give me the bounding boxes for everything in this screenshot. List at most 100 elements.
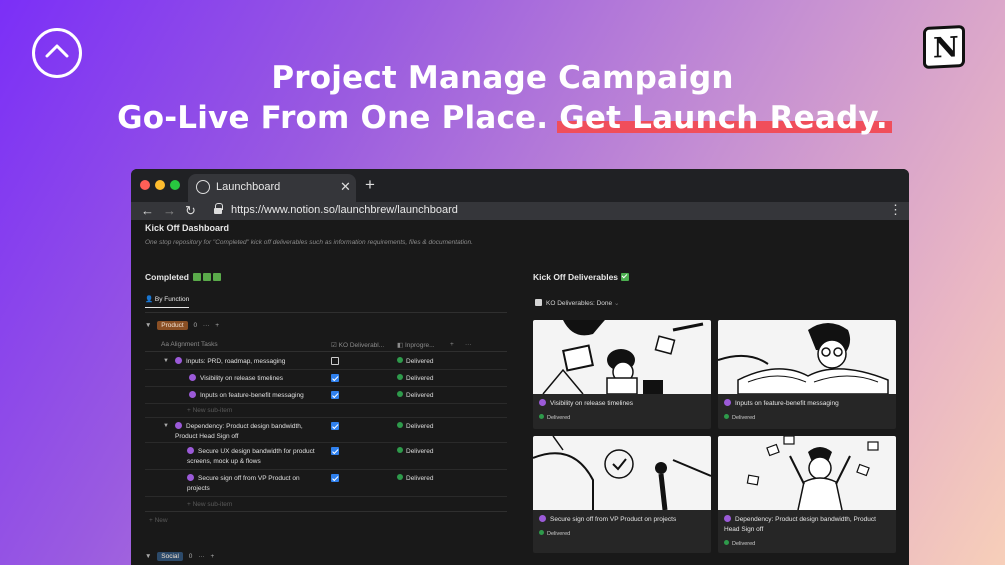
caret-down-icon[interactable]: ▼: [163, 423, 169, 429]
ko-checkbox[interactable]: [331, 391, 339, 399]
launchbrew-favicon-icon: [196, 180, 210, 194]
task-icon: [189, 374, 196, 381]
col-alignment-tasks[interactable]: Aa Alignment Tasks: [161, 341, 218, 348]
card-title: Dependency: Product design bandwidth, Pr…: [724, 516, 876, 533]
card-illustration: [533, 436, 711, 511]
forward-arrow-icon[interactable]: →: [163, 202, 176, 220]
card-illustration: [533, 320, 711, 395]
status-text: Delivered: [406, 448, 434, 455]
task-icon: [539, 399, 546, 406]
row-name: Inputs on feature-benefit messaging: [200, 392, 304, 399]
task-icon: [539, 515, 546, 522]
table-row[interactable]: Secure UX design bandwidth for product s…: [145, 443, 507, 470]
chevron-down-icon: ⌄: [613, 300, 620, 307]
caret-down-icon[interactable]: ▼: [145, 322, 151, 329]
row-name: Inputs: PRD, roadmap, messaging: [186, 358, 286, 365]
address-bar[interactable]: https://www.notion.so/launchbrew/launchb…: [231, 204, 458, 216]
view-tab-label: By Function: [154, 296, 190, 303]
new-row-button[interactable]: + New: [149, 517, 168, 524]
table-row[interactable]: ▼ Inputs: PRD, roadmap, messaging Delive…: [145, 353, 507, 370]
group-add-icon[interactable]: +: [211, 553, 215, 560]
ko-checkbox[interactable]: [331, 474, 339, 482]
maximize-window-button[interactable]: [170, 180, 180, 190]
new-sub-item-button[interactable]: + New sub-item: [187, 407, 232, 414]
group-more-icon[interactable]: ···: [198, 553, 205, 560]
status-badge: Delivered: [397, 474, 433, 482]
check-icon: [621, 273, 630, 281]
deliverables-filter[interactable]: KO Deliverables: Done ⌄: [535, 299, 619, 307]
ko-checkbox[interactable]: [331, 422, 339, 430]
col-more-icon[interactable]: ···: [465, 341, 472, 348]
table-header: Aa Alignment Tasks ☑ KO Deliverabl... ◧ …: [145, 339, 507, 352]
back-arrow-icon[interactable]: ←: [141, 202, 154, 220]
status-badge: Delivered: [397, 357, 433, 365]
group-add-icon[interactable]: +: [215, 322, 219, 329]
status-badge: Delivered: [397, 391, 433, 399]
view-tab-by-function[interactable]: 👤 By Function: [145, 295, 190, 308]
task-icon: [175, 357, 182, 364]
status-badge: Delivered: [397, 374, 433, 382]
completed-title-text: Completed: [145, 272, 189, 282]
deliverables-title-text: Kick Off Deliverables: [533, 272, 619, 282]
page-description: One stop repository for "Completed" kick…: [145, 239, 473, 246]
group-product[interactable]: ▼ Product 0 ··· +: [145, 321, 219, 330]
new-sub-item-button[interactable]: + New sub-item: [187, 501, 232, 508]
table-row[interactable]: Inputs on feature-benefit messaging Deli…: [145, 387, 507, 404]
card-title: Visibility on release timelines: [550, 400, 633, 407]
group-count: 0: [193, 322, 198, 329]
col-add-icon[interactable]: +: [450, 341, 454, 348]
tab-bar: Launchboard ✕ +: [131, 169, 909, 202]
headline-line-2: Go-Live From One Place. Get Launch Ready…: [0, 100, 1005, 136]
group-more-icon[interactable]: ···: [203, 322, 210, 329]
person-icon: 👤: [145, 296, 154, 303]
lock-icon: [214, 203, 223, 215]
status-badge: Delivered: [397, 447, 433, 455]
reload-icon[interactable]: ↻: [185, 202, 196, 220]
headline-line-1: Project Manage Campaign: [271, 60, 734, 96]
new-tab-button[interactable]: +: [365, 176, 375, 193]
status-text: Delivered: [406, 375, 434, 382]
ko-checkbox[interactable]: [331, 374, 339, 382]
task-icon: [724, 399, 731, 406]
group-tag-product: Product: [157, 321, 188, 330]
close-window-button[interactable]: [140, 180, 150, 190]
row-name: Visibility on release timelines: [200, 375, 283, 382]
table-row[interactable]: Secure sign off from VP Product on proje…: [145, 470, 507, 497]
caret-down-icon[interactable]: ▼: [145, 553, 151, 560]
status-text: Delivered: [406, 358, 434, 365]
group-social[interactable]: ▼ Social 0 ··· +: [145, 552, 214, 561]
table-row[interactable]: Visibility on release timelines Delivere…: [145, 370, 507, 387]
tab-title: Launchboard: [216, 181, 281, 193]
checkbox-icon: [535, 299, 542, 306]
tab-launchboard[interactable]: Launchboard ✕: [188, 174, 356, 202]
browser-menu-icon[interactable]: ⋮: [889, 203, 902, 217]
status-text: Delivered: [406, 475, 434, 482]
headline-plain: Go-Live From One Place.: [117, 100, 549, 136]
row-name: Secure UX design bandwidth for product s…: [187, 448, 315, 465]
card-status: Delivered: [547, 415, 571, 421]
card-title: Inputs on feature-benefit messaging: [735, 400, 839, 407]
table-row[interactable]: ▼ Dependency: Product design bandwidth, …: [145, 417, 507, 443]
page-title: Kick Off Dashboard: [145, 223, 230, 233]
gallery-card[interactable]: Dependency: Product design bandwidth, Pr…: [718, 436, 896, 553]
minimize-window-button[interactable]: [155, 180, 165, 190]
ko-checkbox[interactable]: [331, 357, 339, 365]
group-tag-social: Social: [157, 552, 183, 561]
close-tab-icon[interactable]: ✕: [340, 179, 351, 195]
col-ko-deliverables[interactable]: ☑ KO Deliverabl...: [331, 341, 384, 349]
gallery-card[interactable]: Inputs on feature-benefit messaging Deli…: [718, 320, 896, 429]
card-illustration: [718, 436, 896, 511]
task-icon: [189, 391, 196, 398]
col-progress-label: Inprogre...: [404, 342, 435, 349]
ko-checkbox[interactable]: [331, 447, 339, 455]
filter-label: KO Deliverables: Done: [546, 300, 613, 307]
caret-down-icon[interactable]: ▼: [163, 358, 169, 364]
row-name: Secure sign off from VP Product on proje…: [187, 475, 300, 492]
task-icon: [175, 422, 182, 429]
col-inprogress[interactable]: ◧ Inprogre...: [397, 341, 435, 349]
task-icon: [187, 474, 194, 481]
gallery-card[interactable]: Secure sign off from VP Product on proje…: [533, 436, 711, 553]
row-name: Dependency: Product design bandwidth, Pr…: [175, 423, 303, 440]
gallery-card[interactable]: Visibility on release timelines Delivere…: [533, 320, 711, 429]
card-status: Delivered: [732, 415, 756, 421]
